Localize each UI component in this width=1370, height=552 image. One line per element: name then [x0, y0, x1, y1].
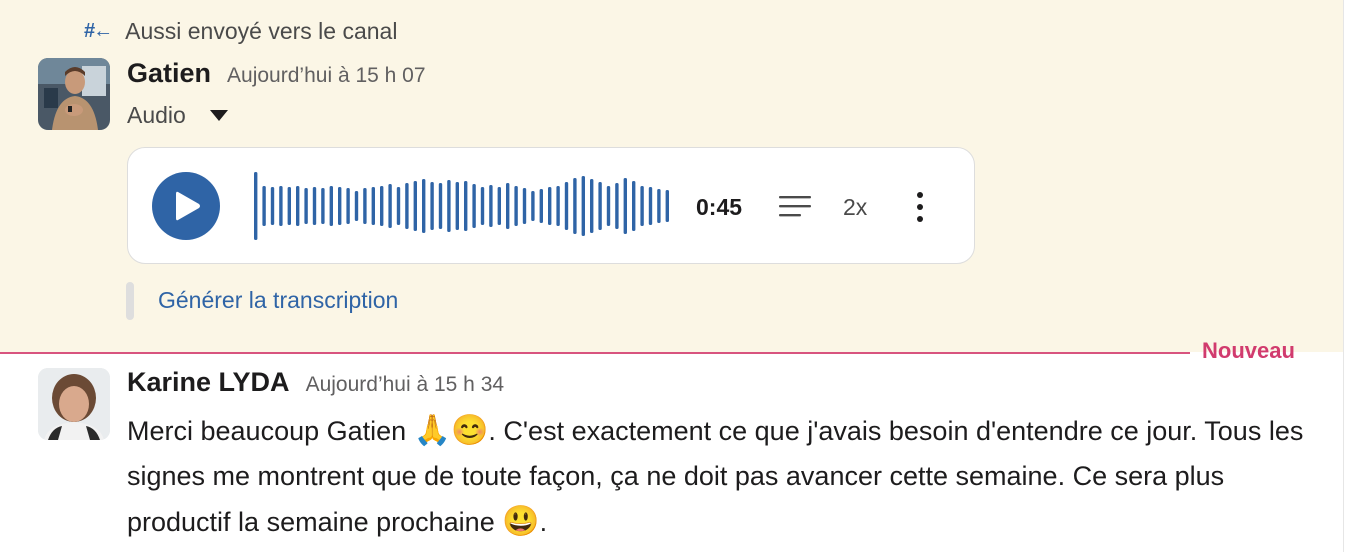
waveform-bar — [405, 183, 409, 229]
waveform-bar — [598, 182, 602, 230]
waveform-bar — [338, 187, 342, 225]
avatar-karine-lyda[interactable] — [38, 368, 110, 440]
waveform-bar — [640, 186, 644, 226]
waveform-bar — [396, 187, 401, 225]
message-header-gatien: Gatien Aujourd’hui à 15 h 07 — [127, 58, 426, 89]
pray-emoji[interactable]: 🙏 — [414, 414, 451, 447]
vertical-ellipsis-icon[interactable] — [910, 190, 930, 224]
waveform-bar — [632, 181, 636, 231]
playback-speed-button[interactable]: 2x — [843, 194, 867, 221]
caret-down-icon — [209, 110, 228, 121]
waveform-bar — [564, 182, 569, 230]
waveform-bar — [388, 184, 392, 228]
smile-emoji[interactable]: 😊 — [451, 414, 488, 447]
waveform-bar — [514, 186, 518, 226]
waveform-bar — [254, 172, 258, 240]
waveform-bar — [581, 176, 585, 236]
author-name[interactable]: Gatien — [127, 58, 211, 89]
message-timestamp[interactable]: Aujourd’hui à 15 h 07 — [227, 64, 426, 88]
waveform-bar — [270, 187, 275, 225]
waveform-bar — [548, 187, 552, 225]
waveform-bar — [464, 181, 468, 231]
message-header-karine: Karine LYDA Aujourd’hui à 15 h 34 — [127, 367, 504, 398]
waveform-bar — [296, 186, 300, 226]
avatar-gatien[interactable] — [38, 58, 110, 130]
audio-attachment-toggle[interactable]: Audio — [127, 102, 228, 129]
audio-waveform[interactable] — [252, 170, 672, 242]
waveform-bar — [287, 187, 291, 225]
waveform-bar — [615, 183, 619, 229]
waveform-bar — [321, 188, 325, 224]
waveform-bar — [354, 191, 359, 221]
waveform-bar — [522, 188, 527, 224]
waveform-bar — [312, 187, 317, 225]
generate-transcription-link[interactable]: Générer la transcription — [158, 287, 398, 314]
audio-label: Audio — [127, 102, 186, 128]
waveform-bar — [262, 186, 266, 226]
shared-to-channel-note: #← Aussi envoyé vers le canal — [84, 16, 397, 46]
new-messages-label: Nouveau — [1202, 338, 1295, 363]
waveform-bar — [623, 178, 627, 234]
shared-to-channel-label: Aussi envoyé vers le canal — [125, 17, 398, 44]
waveform-bar — [447, 180, 451, 232]
waveform-bar — [438, 183, 443, 229]
waveform-bar — [539, 189, 543, 223]
waveform-bar — [430, 182, 434, 230]
waveform-bar — [606, 186, 611, 226]
waveform-bar — [472, 184, 476, 228]
waveform-bar — [279, 186, 283, 226]
play-icon — [176, 191, 200, 221]
waveform-bar — [497, 187, 501, 225]
author-name[interactable]: Karine LYDA — [127, 367, 290, 398]
waveform-bar — [480, 187, 485, 225]
waveform-bar — [371, 187, 375, 225]
audio-duration: 0:45 — [696, 194, 743, 220]
waveform-bar — [304, 188, 308, 224]
grin-emoji[interactable]: 😃 — [502, 505, 539, 538]
scrollbar[interactable] — [1343, 0, 1370, 552]
waveform-bar — [489, 185, 493, 227]
play-button[interactable] — [152, 172, 220, 240]
waveform-bar — [531, 191, 535, 221]
waveform-bar — [346, 188, 350, 224]
waveform-bar — [413, 181, 417, 231]
waveform-bar — [590, 179, 594, 233]
channel-share-icon: #← — [84, 19, 113, 42]
waveform-bar — [380, 186, 384, 226]
message-timestamp[interactable]: Aujourd’hui à 15 h 34 — [306, 373, 505, 397]
waveform-bar — [329, 186, 333, 226]
waveform-bar — [556, 186, 560, 226]
new-messages-divider — [0, 352, 1190, 354]
transcript-lines-icon[interactable] — [779, 194, 811, 220]
waveform-bar — [422, 179, 426, 233]
message-text-start: Merci beaucoup Gatien — [127, 416, 414, 446]
waveform-bar — [573, 178, 577, 234]
message-text-end: . — [539, 507, 548, 537]
waveform-bar — [665, 190, 669, 222]
waveform-bar — [363, 188, 367, 224]
waveform-bar — [657, 189, 661, 223]
waveform-bar — [506, 183, 510, 229]
waveform-bar — [455, 182, 459, 230]
waveform-bar — [648, 187, 653, 225]
message-body: Merci beaucoup Gatien 🙏😊. C'est exacteme… — [127, 408, 1322, 545]
transcription-quote-bar — [126, 282, 134, 320]
audio-player: 0:45 2x — [127, 147, 975, 264]
